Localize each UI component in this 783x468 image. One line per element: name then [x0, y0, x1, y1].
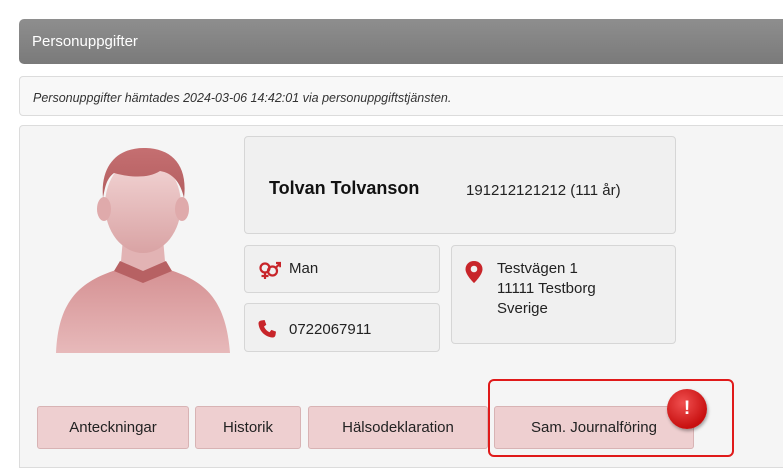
gender-value: Man: [289, 260, 319, 277]
address-card: Testvägen 1 11111 Testborg Sverige: [451, 245, 676, 344]
name-card: Tolvan Tolvanson 191212121212 (111 år): [244, 136, 676, 234]
gender-card: Man: [244, 245, 440, 293]
info-message: Personuppgifter hämtades 2024-03-06 14:4…: [33, 91, 452, 105]
phone-card: 0722067911: [244, 303, 440, 352]
tab-historik[interactable]: Historik: [195, 406, 301, 449]
address-country: Sverige: [497, 300, 548, 317]
address-street: Testvägen 1: [497, 260, 578, 277]
tab-halsodeklaration[interactable]: Hälsodeklaration: [308, 406, 488, 449]
alert-badge: !: [667, 389, 707, 429]
person-name: Tolvan Tolvanson: [269, 178, 420, 198]
info-message-bar: Personuppgifter hämtades 2024-03-06 14:4…: [19, 76, 783, 116]
gender-icon: [259, 261, 281, 279]
tab-anteckningar[interactable]: Anteckningar: [37, 406, 189, 449]
person-id-number: 191212121212 (111 år): [466, 182, 621, 199]
phone-number: 0722067911: [289, 321, 372, 338]
section-title: Personuppgifter: [32, 33, 138, 50]
section-header: Personuppgifter: [19, 19, 783, 64]
location-pin-icon: [465, 261, 483, 283]
phone-icon: [258, 320, 276, 338]
person-avatar: [56, 147, 230, 353]
address-postal: 11111 Testborg: [497, 280, 596, 297]
